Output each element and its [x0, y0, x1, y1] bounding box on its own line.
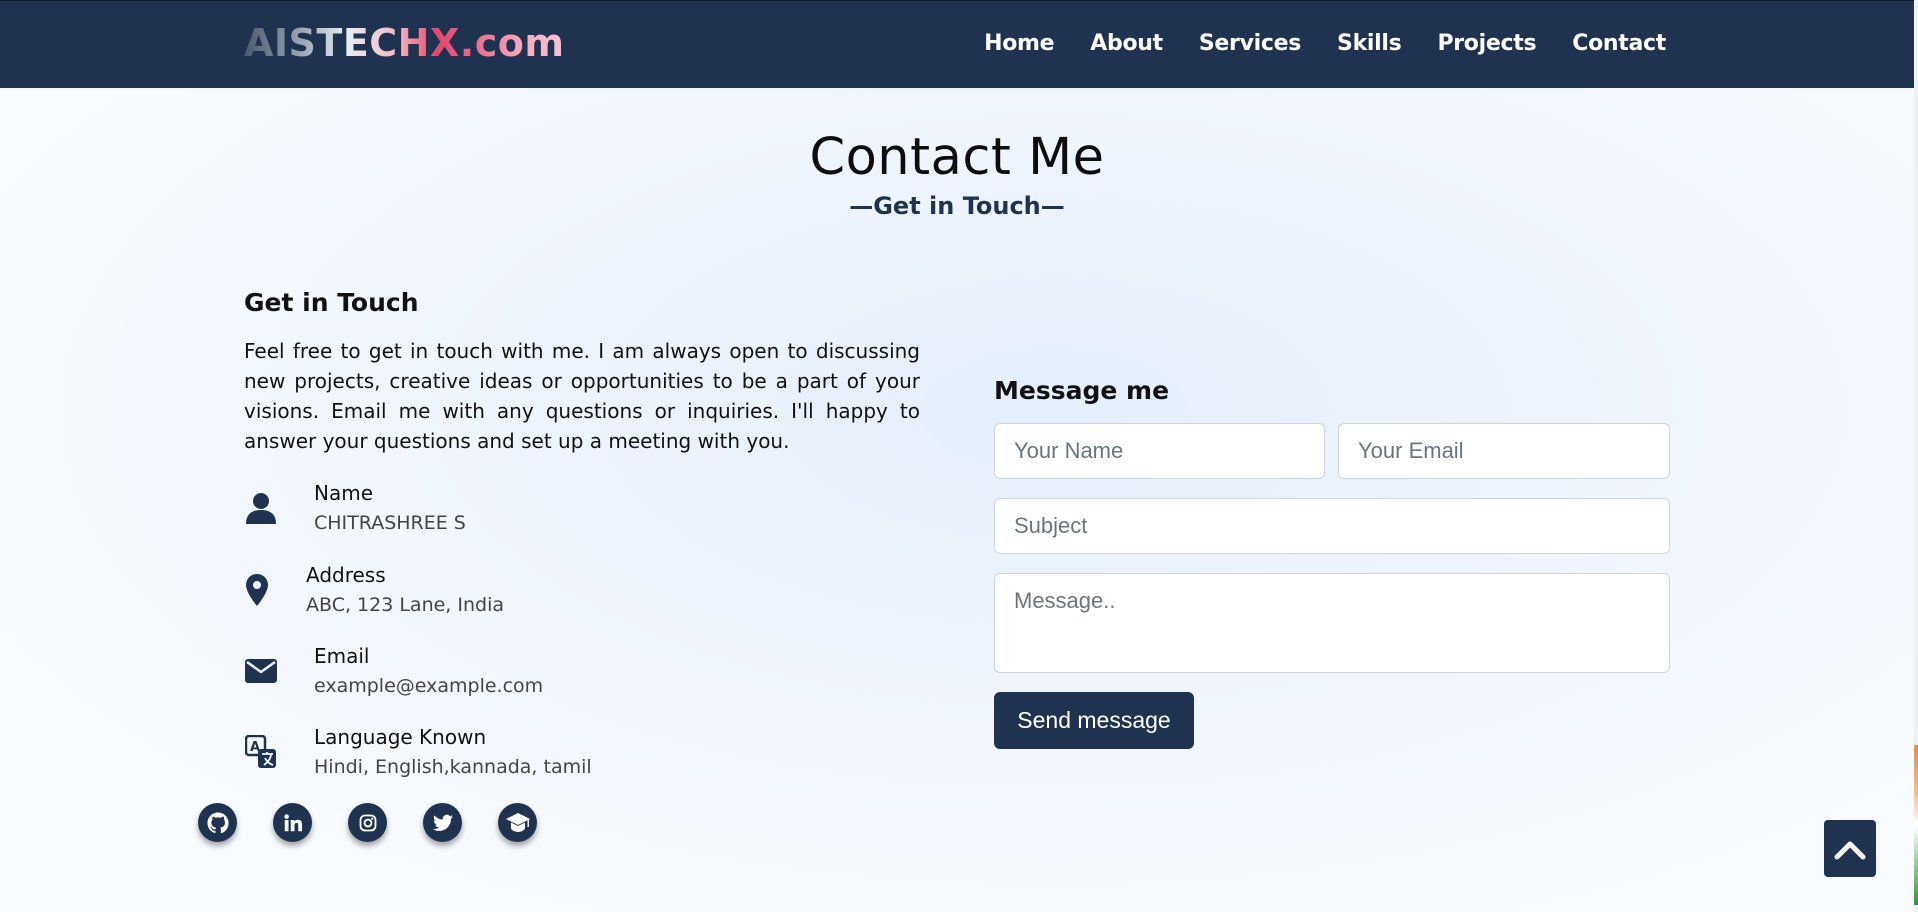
- nav-home[interactable]: Home: [984, 31, 1054, 56]
- education-link[interactable]: [498, 803, 537, 842]
- github-icon: [206, 811, 229, 833]
- nav-links: Home About Services Skills Projects Cont…: [948, 31, 1666, 56]
- section-title: Contact Me: [809, 128, 1105, 187]
- info-name: Name CHITRASHREE S: [244, 478, 466, 538]
- contact-info-heading: Get in Touch: [244, 288, 419, 317]
- info-address: Address ABC, 123 Lane, India: [244, 560, 504, 620]
- info-email-label: Email: [314, 644, 370, 668]
- info-language: A Language Known Hindi, English,kannada,…: [244, 722, 592, 782]
- twitter-icon: [432, 814, 453, 831]
- form-heading: Message me: [994, 376, 1170, 405]
- nav-about[interactable]: About: [1090, 31, 1163, 56]
- info-name-label: Name: [314, 481, 374, 505]
- nav-skills[interactable]: Skills: [1337, 31, 1402, 56]
- nav-services[interactable]: Services: [1199, 31, 1301, 56]
- graduation-cap-icon: [505, 812, 530, 832]
- nav-contact[interactable]: Contact: [1572, 31, 1666, 56]
- send-message-button[interactable]: Send message: [994, 692, 1194, 749]
- envelope-icon: [244, 654, 278, 688]
- info-language-value: Hindi, English,kannada, tamil: [314, 756, 592, 778]
- navbar: AISTECHX.com Home About Services Skills …: [0, 0, 1914, 88]
- subject-input[interactable]: [994, 498, 1670, 554]
- map-pin-icon: [244, 573, 270, 607]
- back-to-top-button[interactable]: [1824, 820, 1876, 877]
- instagram-link[interactable]: [348, 803, 387, 842]
- github-link[interactable]: [198, 803, 237, 842]
- info-name-value: CHITRASHREE S: [314, 512, 466, 534]
- language-icon: A: [244, 735, 278, 769]
- site-logo[interactable]: AISTECHX.com: [244, 21, 564, 65]
- message-textarea[interactable]: [994, 573, 1670, 673]
- nav-projects[interactable]: Projects: [1437, 31, 1536, 56]
- social-links: [198, 803, 537, 842]
- linkedin-icon: [283, 813, 302, 831]
- scroll-accent-strip: [1914, 745, 1918, 905]
- twitter-link[interactable]: [423, 803, 462, 842]
- email-input[interactable]: [1338, 423, 1670, 479]
- info-email-value: example@example.com: [314, 675, 544, 697]
- name-input[interactable]: [994, 423, 1325, 479]
- user-icon: [244, 491, 278, 525]
- instagram-icon: [359, 814, 376, 831]
- contact-intro: Feel free to get in touch with me. I am …: [244, 339, 920, 453]
- chevron-up-icon: [1834, 841, 1866, 859]
- info-language-label: Language Known: [314, 725, 487, 749]
- linkedin-link[interactable]: [273, 803, 312, 842]
- section-subtitle: —Get in Touch—: [849, 192, 1065, 220]
- info-address-value: ABC, 123 Lane, India: [306, 594, 505, 616]
- info-address-label: Address: [306, 563, 386, 587]
- info-email: Email example@example.com: [244, 641, 543, 701]
